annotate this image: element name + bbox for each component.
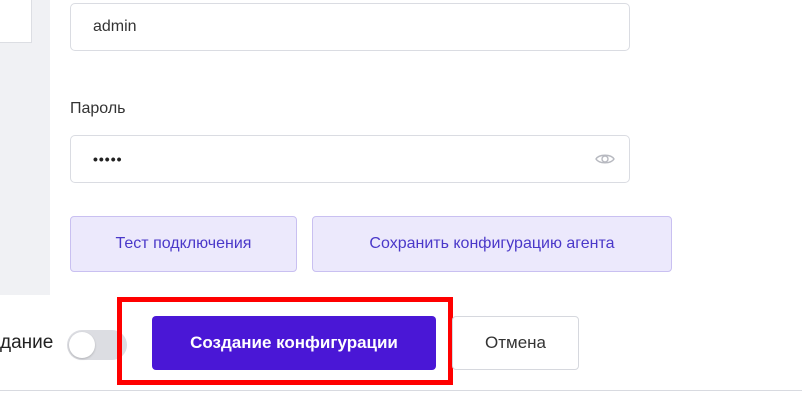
left-panel-fragment	[0, 0, 32, 43]
left-panel-strip	[0, 0, 50, 295]
highlight-annotation	[117, 297, 453, 385]
cancel-button[interactable]: Отмена	[452, 316, 579, 370]
footer-divider	[0, 390, 802, 391]
test-connection-button[interactable]: Тест подключения	[70, 216, 297, 272]
toggle-label: дание	[0, 332, 54, 353]
password-label: Пароль	[70, 100, 126, 117]
password-input[interactable]: •••••	[70, 135, 630, 183]
eye-icon[interactable]	[595, 152, 615, 166]
username-value: admin	[93, 18, 137, 35]
toggle-knob	[69, 332, 95, 358]
username-input[interactable]: admin	[70, 3, 630, 51]
save-agent-config-button[interactable]: Сохранить конфигурацию агента	[312, 216, 672, 272]
password-value: •••••	[93, 151, 123, 167]
